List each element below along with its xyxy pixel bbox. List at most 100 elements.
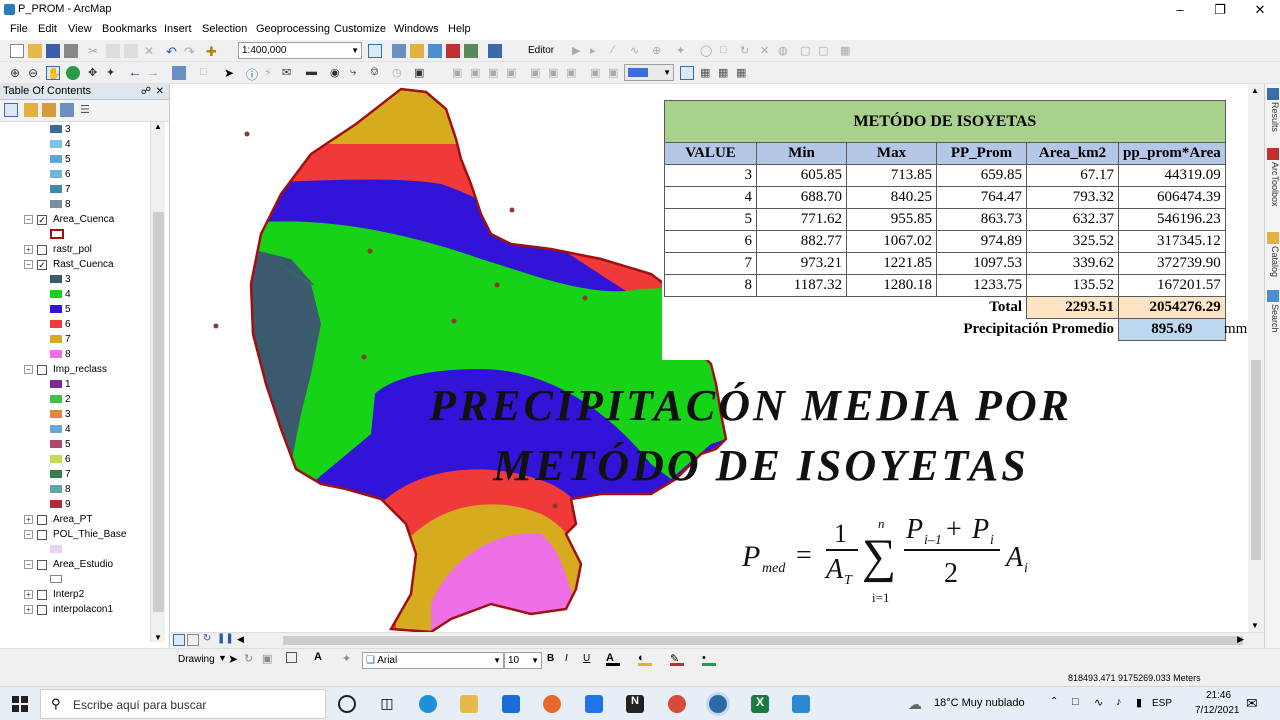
wifi-icon[interactable]: ∿ <box>1094 696 1103 709</box>
toc-legend-row[interactable]: 4 <box>0 137 150 152</box>
zoom-out-icon[interactable]: ⊖ <box>28 66 42 80</box>
edit-annotation-icon[interactable]: ▸ <box>590 44 604 58</box>
file-explorer-icon[interactable] <box>460 695 478 713</box>
firefox-icon[interactable] <box>543 695 561 713</box>
expand-collapse-icon[interactable]: − <box>24 530 33 539</box>
toc-legend-row[interactable]: 3 <box>0 407 150 422</box>
font-color-icon[interactable]: A <box>606 652 620 666</box>
menu-windows[interactable]: Windows <box>394 23 439 35</box>
editor-menu[interactable]: Editor <box>528 45 554 56</box>
arctoolbox-icon[interactable] <box>446 44 460 58</box>
station-point[interactable] <box>494 282 500 288</box>
data-driven-pages-icon[interactable]: ▦ <box>736 66 750 80</box>
notifications-icon[interactable]: ✉ <box>1246 695 1258 712</box>
scroll-up-icon[interactable]: ▲ <box>154 122 162 131</box>
cut-icon[interactable]: ✂ <box>88 44 102 58</box>
trace-icon[interactable]: ∿ <box>630 44 644 58</box>
italic-icon[interactable]: I <box>565 653 579 667</box>
underline-icon[interactable]: U <box>583 653 597 667</box>
expand-collapse-icon[interactable]: − <box>24 260 33 269</box>
toc-layer-row[interactable]: − ✓ Rast_Cuenca <box>0 257 150 272</box>
list-by-visibility-icon[interactable] <box>42 103 56 117</box>
toc-legend-row[interactable]: 7 <box>0 332 150 347</box>
edge-browser-icon[interactable] <box>419 695 437 713</box>
toc-layer-row[interactable]: + interpolacon1 <box>0 602 150 617</box>
select-elements-icon[interactable]: ➤ <box>228 652 242 666</box>
cortana-icon[interactable] <box>338 695 356 713</box>
dock-tab-catalog[interactable]: Catalog <box>1266 246 1280 277</box>
mail-icon[interactable] <box>502 695 520 713</box>
redo-icon[interactable]: ↷ <box>184 44 198 59</box>
measure-icon[interactable]: ▬ <box>306 66 320 80</box>
station-point[interactable] <box>451 318 457 324</box>
find-route-icon[interactable]: ⤷ <box>350 66 364 80</box>
station-point[interactable] <box>213 323 219 329</box>
menu-help[interactable]: Help <box>448 23 471 35</box>
toc-legend-row[interactable]: 8 <box>0 482 150 497</box>
clear-selection-icon[interactable]: □ <box>200 66 214 80</box>
toc-legend-row[interactable]: 6 <box>0 452 150 467</box>
toc-legend-row[interactable] <box>0 572 150 587</box>
add-data-icon[interactable]: ✚ <box>206 44 220 59</box>
excel-icon[interactable]: X <box>751 695 769 713</box>
search-window-icon[interactable] <box>428 44 442 58</box>
focus-data-frame-icon[interactable]: ▦ <box>700 66 714 80</box>
go-back-extent-icon[interactable]: ▣ <box>590 66 604 80</box>
reshape-icon[interactable]: □ <box>720 44 734 58</box>
toc-legend-row[interactable]: 5 <box>0 437 150 452</box>
new-document-icon[interactable] <box>10 44 24 58</box>
scroll-down-icon[interactable]: ▼ <box>154 633 162 642</box>
save-icon[interactable] <box>46 44 60 58</box>
layer-visibility-checkbox[interactable] <box>37 245 47 255</box>
marker-color-icon[interactable]: • <box>702 652 716 666</box>
toc-legend-row[interactable]: 5 <box>0 152 150 167</box>
layout-pan-icon[interactable]: ▣ <box>488 66 502 80</box>
layer-visibility-checkbox[interactable]: ✓ <box>37 260 47 270</box>
menu-edit[interactable]: Edit <box>38 23 57 35</box>
toc-layer-row[interactable]: − ✓ Area_Cuenca <box>0 212 150 227</box>
editing-options-icon[interactable]: ▦ <box>840 44 854 58</box>
options-icon[interactable]: ☰ <box>80 103 94 117</box>
tray-expand-icon[interactable]: ⌃ <box>1050 696 1058 707</box>
expand-collapse-icon[interactable]: − <box>24 560 33 569</box>
split-tool-icon[interactable]: ✦ <box>676 44 690 58</box>
menu-file[interactable]: File <box>10 23 28 35</box>
full-extent-globe-icon[interactable] <box>66 66 80 80</box>
create-features-icon[interactable]: ▢ <box>818 44 832 58</box>
layer-visibility-checkbox[interactable] <box>37 605 47 615</box>
maximize-button[interactable]: ❐ <box>1200 0 1240 20</box>
open-folder-icon[interactable] <box>28 44 42 58</box>
minimize-button[interactable]: – <box>1160 0 1200 20</box>
toc-layer-row[interactable]: − Imp_reclass <box>0 362 150 377</box>
scroll-right-icon[interactable]: ▶ <box>1237 634 1244 645</box>
toc-layer-row[interactable]: − POL_Thie_Base <box>0 527 150 542</box>
task-view-icon[interactable]: ◫ <box>378 695 396 713</box>
layer-visibility-checkbox[interactable]: ✓ <box>37 215 47 225</box>
clock-date[interactable]: 7/12/2021 <box>1195 705 1240 716</box>
dock-tab-results[interactable]: Results <box>1266 102 1280 132</box>
print-icon[interactable] <box>64 44 78 58</box>
select-features-icon[interactable] <box>172 66 186 80</box>
arcmap-taskbar-icon[interactable] <box>709 695 727 713</box>
pause-drawing-icon[interactable]: ❚❚ <box>217 633 234 647</box>
toc-legend-row[interactable]: 3 <box>0 272 150 287</box>
fixed-layout-zoom-out-icon[interactable]: ▣ <box>566 66 580 80</box>
layout-zoom-out-icon[interactable]: ▣ <box>470 66 484 80</box>
close-button[interactable]: ✕ <box>1240 0 1280 20</box>
model-builder-icon[interactable] <box>488 44 502 58</box>
dropbox-icon[interactable] <box>585 695 603 713</box>
taskbar-search-box[interactable]: ⚲ Escribe aquí para buscar <box>40 689 326 719</box>
identify-icon[interactable]: ⓘ <box>246 66 260 82</box>
windows-start-icon[interactable] <box>12 696 28 712</box>
list-by-source-icon[interactable] <box>24 103 38 117</box>
toc-legend-row[interactable]: 7 <box>0 182 150 197</box>
toc-legend-row[interactable]: 8 <box>0 197 150 212</box>
map-vertical-scrollbar[interactable]: ▲ ▼ <box>1248 84 1264 632</box>
layer-visibility-checkbox[interactable] <box>37 530 47 540</box>
dock-tab-search[interactable]: Search <box>1266 304 1280 333</box>
media-player-icon[interactable] <box>792 695 810 713</box>
toc-layer-row[interactable]: − Area_Estudio <box>0 557 150 572</box>
table-of-contents-icon[interactable] <box>392 44 406 58</box>
station-point[interactable] <box>582 295 588 301</box>
python-icon[interactable] <box>464 44 478 58</box>
